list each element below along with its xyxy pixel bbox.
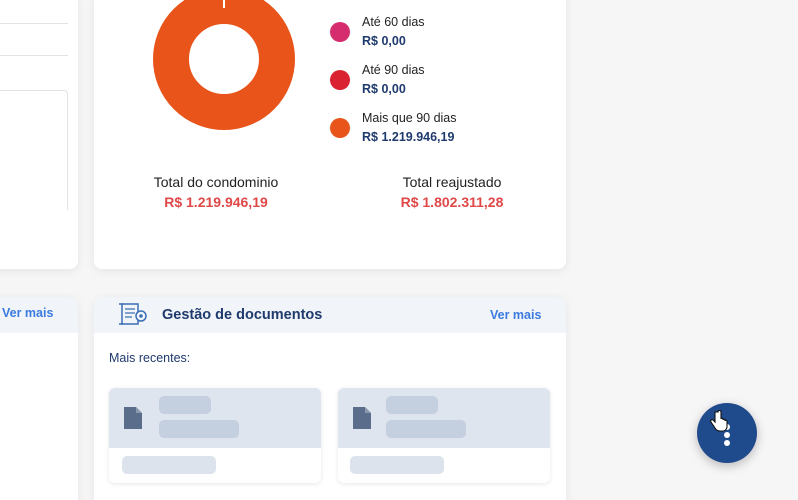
total-condominio-label: Total do condominio xyxy=(153,174,279,190)
divider xyxy=(0,23,68,24)
left-partial-card xyxy=(0,0,78,269)
recent-label: Mais recentes: xyxy=(109,351,191,365)
total-reajustado-label: Total reajustado xyxy=(402,174,502,190)
ver-mais-link[interactable]: Ver mais xyxy=(2,306,53,320)
document-management-card: Gestão de documentos Ver mais Mais recen… xyxy=(94,297,566,500)
legend-value: R$ 0,00 xyxy=(362,34,406,48)
ver-mais-link[interactable]: Ver mais xyxy=(490,308,541,322)
document-settings-icon xyxy=(119,303,147,325)
skeleton-line xyxy=(159,396,211,414)
legend-dot xyxy=(330,70,350,90)
divider xyxy=(0,55,68,56)
legend-label: Até 60 dias xyxy=(362,15,425,29)
left-partial-card-bottom xyxy=(0,297,78,500)
document-placeholder-card[interactable] xyxy=(338,388,550,483)
legend-value: R$ 0,00 xyxy=(362,82,406,96)
skeleton-line xyxy=(350,456,444,474)
card-title: Gestão de documentos xyxy=(162,307,323,323)
legend-label: Até 90 dias xyxy=(362,63,425,77)
donut-slice-mais-que-90 xyxy=(153,0,295,130)
card-header: Gestão de documentos Ver mais xyxy=(94,297,566,333)
file-icon xyxy=(353,407,371,429)
skeleton-line xyxy=(386,396,438,414)
file-icon xyxy=(124,407,142,429)
total-condominio: Total do condominio R$ 1.219.946,19 xyxy=(146,174,286,210)
legend-value: R$ 1.219.946,19 xyxy=(362,130,455,144)
total-condominio-value: R$ 1.219.946,19 xyxy=(164,194,268,210)
skeleton-line xyxy=(122,456,216,474)
total-reajustado: Total reajustado R$ 1.802.311,28 xyxy=(382,174,522,210)
content-panel xyxy=(0,90,68,210)
document-placeholder-card[interactable] xyxy=(109,388,321,483)
document-preview xyxy=(338,388,550,448)
skeleton-line xyxy=(159,420,239,438)
total-reajustado-value: R$ 1.802.311,28 xyxy=(400,194,504,210)
document-preview xyxy=(109,388,321,448)
legend-label: Mais que 90 dias xyxy=(362,111,457,125)
hand-cursor-icon xyxy=(710,410,728,432)
skeleton-line xyxy=(386,420,466,438)
pending-donut-chart xyxy=(153,0,295,130)
legend-dot xyxy=(330,118,350,138)
legend-dot xyxy=(330,22,350,42)
